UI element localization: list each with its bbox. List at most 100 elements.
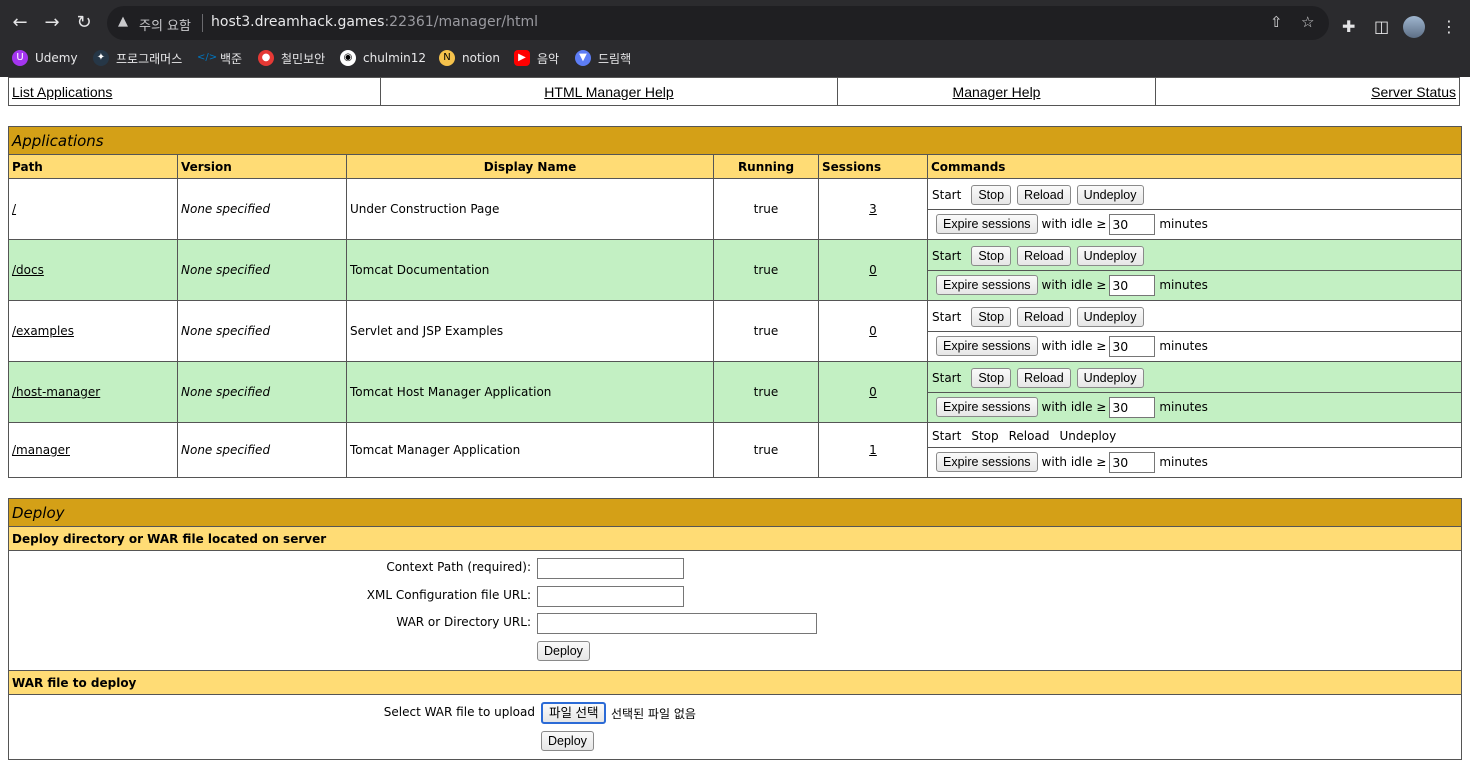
undeploy-text: Undeploy	[1059, 428, 1117, 443]
bookmark-github[interactable]: ◉ chulmin12	[340, 49, 426, 67]
manager-help-link[interactable]: Manager Help	[953, 84, 1041, 100]
stop-button[interactable]: Stop	[971, 367, 1012, 388]
with-idle-label: with idle ≥	[1041, 400, 1107, 414]
side-panel-icon[interactable]: ◫	[1374, 17, 1389, 36]
app-sessions-cell: 1	[818, 422, 928, 478]
app-sessions-link[interactable]: 3	[869, 202, 877, 216]
notion-icon: N	[439, 50, 455, 66]
back-arrow-icon[interactable]: ←	[7, 9, 33, 37]
with-idle-label: with idle ≥	[1041, 455, 1107, 469]
url-text[interactable]: host3.dreamhack.games:22361/manager/html	[211, 14, 538, 30]
app-running: true	[713, 361, 819, 423]
stop-button[interactable]: Stop	[971, 184, 1012, 205]
start-text: Start	[932, 248, 962, 263]
context-path-label: Context Path (required):	[386, 560, 531, 574]
app-sessions-link[interactable]: 0	[869, 324, 877, 338]
reload-button[interactable]: Reload	[1017, 367, 1071, 388]
security-warning-text[interactable]: 주의 요함	[139, 15, 191, 34]
deploy-table: Deploy Deploy directory or WAR file loca…	[8, 498, 1462, 760]
command-text-line: Start Stop Reload Undeploy	[928, 424, 1461, 447]
with-idle-label: with idle ≥	[1041, 217, 1107, 231]
app-version: None specified	[177, 361, 347, 423]
dreamhack-icon: ▼	[575, 50, 591, 66]
app-version: None specified	[177, 178, 347, 240]
profile-avatar[interactable]	[1403, 16, 1425, 38]
app-display-name: Tomcat Host Manager Application	[346, 361, 714, 423]
app-path-cell: /examples	[8, 300, 178, 362]
deploy-server-section-header: Deploy directory or WAR file located on …	[8, 526, 1462, 551]
undeploy-button[interactable]: Undeploy	[1076, 306, 1144, 327]
column-commands: Commands	[927, 154, 1462, 179]
expire-sessions-button[interactable]: Expire sessions	[936, 397, 1038, 417]
app-sessions-link[interactable]: 0	[869, 385, 877, 399]
xml-config-input[interactable]	[537, 586, 684, 607]
url-host: host3.dreamhack.games	[211, 14, 385, 30]
reload-icon[interactable]: ↻	[71, 9, 97, 37]
browser-toolbar: ← → ↻ ▲ 주의 요함 host3.dreamhack.games:2236…	[0, 5, 1470, 41]
extensions-puzzle-icon[interactable]: ✚	[1342, 17, 1355, 36]
expire-sessions-button[interactable]: Expire sessions	[936, 336, 1038, 356]
idle-minutes-input[interactable]: 30	[1109, 451, 1156, 473]
reload-button[interactable]: Reload	[1017, 184, 1071, 205]
app-running: true	[713, 422, 819, 478]
expire-sessions-button[interactable]: Expire sessions	[936, 452, 1038, 472]
bookmark-music[interactable]: ▶ 음악	[514, 49, 559, 67]
list-applications-link[interactable]: List Applications	[12, 84, 112, 100]
upload-deploy-button[interactable]: Deploy	[541, 731, 594, 751]
bookmark-programmers[interactable]: ✦ 프로그래머스	[93, 49, 182, 67]
forward-arrow-icon[interactable]: →	[39, 9, 65, 37]
undeploy-button[interactable]: Undeploy	[1076, 367, 1144, 388]
idle-minutes-input[interactable]: 30	[1109, 274, 1156, 296]
bookmark-label: 백준	[220, 51, 243, 66]
command-buttons: Start Stop Reload Undeploy	[928, 302, 1461, 331]
html-manager-help-link[interactable]: HTML Manager Help	[544, 84, 673, 100]
war-directory-input[interactable]	[537, 613, 817, 634]
app-running: true	[713, 178, 819, 240]
app-path-link[interactable]: /manager	[12, 443, 70, 457]
expire-sessions-button[interactable]: Expire sessions	[936, 275, 1038, 295]
share-icon[interactable]: ⇧	[1270, 13, 1283, 31]
bookmark-udemy[interactable]: U Udemy	[12, 49, 78, 67]
app-version: None specified	[177, 422, 347, 478]
stop-button[interactable]: Stop	[971, 245, 1012, 266]
menu-kebab-icon[interactable]: ⋮	[1441, 17, 1457, 36]
war-upload-form: Select WAR file to upload 파일 선택 선택된 파일 없…	[8, 694, 1462, 760]
table-row: /manager None specified Tomcat Manager A…	[8, 422, 1462, 478]
minutes-label: minutes	[1159, 339, 1208, 353]
app-path-link[interactable]: /host-manager	[12, 385, 100, 399]
column-sessions: Sessions	[818, 154, 928, 179]
bookmark-dreamhack[interactable]: ▼ 드림핵	[575, 49, 631, 67]
url-path: :22361/manager/html	[384, 14, 538, 30]
choose-file-button[interactable]: 파일 선택	[541, 702, 607, 724]
manager-nav-table: List Applications HTML Manager Help Mana…	[8, 77, 1460, 106]
expire-sessions-button[interactable]: Expire sessions	[936, 214, 1038, 234]
reload-button[interactable]: Reload	[1017, 306, 1071, 327]
app-path-link[interactable]: /	[12, 202, 16, 216]
server-status-link[interactable]: Server Status	[1371, 84, 1456, 100]
idle-minutes-input[interactable]: 30	[1109, 335, 1156, 357]
warning-triangle-icon[interactable]: ▲	[118, 14, 128, 29]
reload-button[interactable]: Reload	[1017, 245, 1071, 266]
bookmark-chulmin-security[interactable]: ● 철민보안	[258, 49, 325, 67]
bookmark-baekjoon[interactable]: </> 백준	[197, 49, 242, 67]
app-sessions-link[interactable]: 0	[869, 263, 877, 277]
bookmark-label: 프로그래머스	[116, 51, 183, 66]
app-sessions-link[interactable]: 1	[869, 443, 877, 457]
undeploy-button[interactable]: Undeploy	[1076, 184, 1144, 205]
app-path-link[interactable]: /docs	[12, 263, 44, 277]
context-path-input[interactable]	[537, 558, 684, 579]
programmers-icon: ✦	[93, 50, 109, 66]
undeploy-button[interactable]: Undeploy	[1076, 245, 1144, 266]
stop-button[interactable]: Stop	[971, 306, 1012, 327]
idle-minutes-input[interactable]: 30	[1109, 213, 1156, 235]
app-path-link[interactable]: /examples	[12, 324, 74, 338]
app-commands: Start Stop Reload Undeploy Expire sessio…	[927, 361, 1462, 423]
address-bar[interactable]: ▲ 주의 요함 host3.dreamhack.games:22361/mana…	[107, 6, 1329, 40]
bookmark-notion[interactable]: Nnotion	[439, 49, 500, 67]
nav-cell-server-status: Server Status	[1155, 77, 1460, 106]
command-buttons: Start Stop Reload Undeploy	[928, 180, 1461, 209]
bookmark-star-icon[interactable]: ☆	[1301, 13, 1314, 31]
deploy-button[interactable]: Deploy	[537, 641, 590, 661]
idle-minutes-input[interactable]: 30	[1109, 396, 1156, 418]
start-text: Start	[932, 187, 962, 202]
